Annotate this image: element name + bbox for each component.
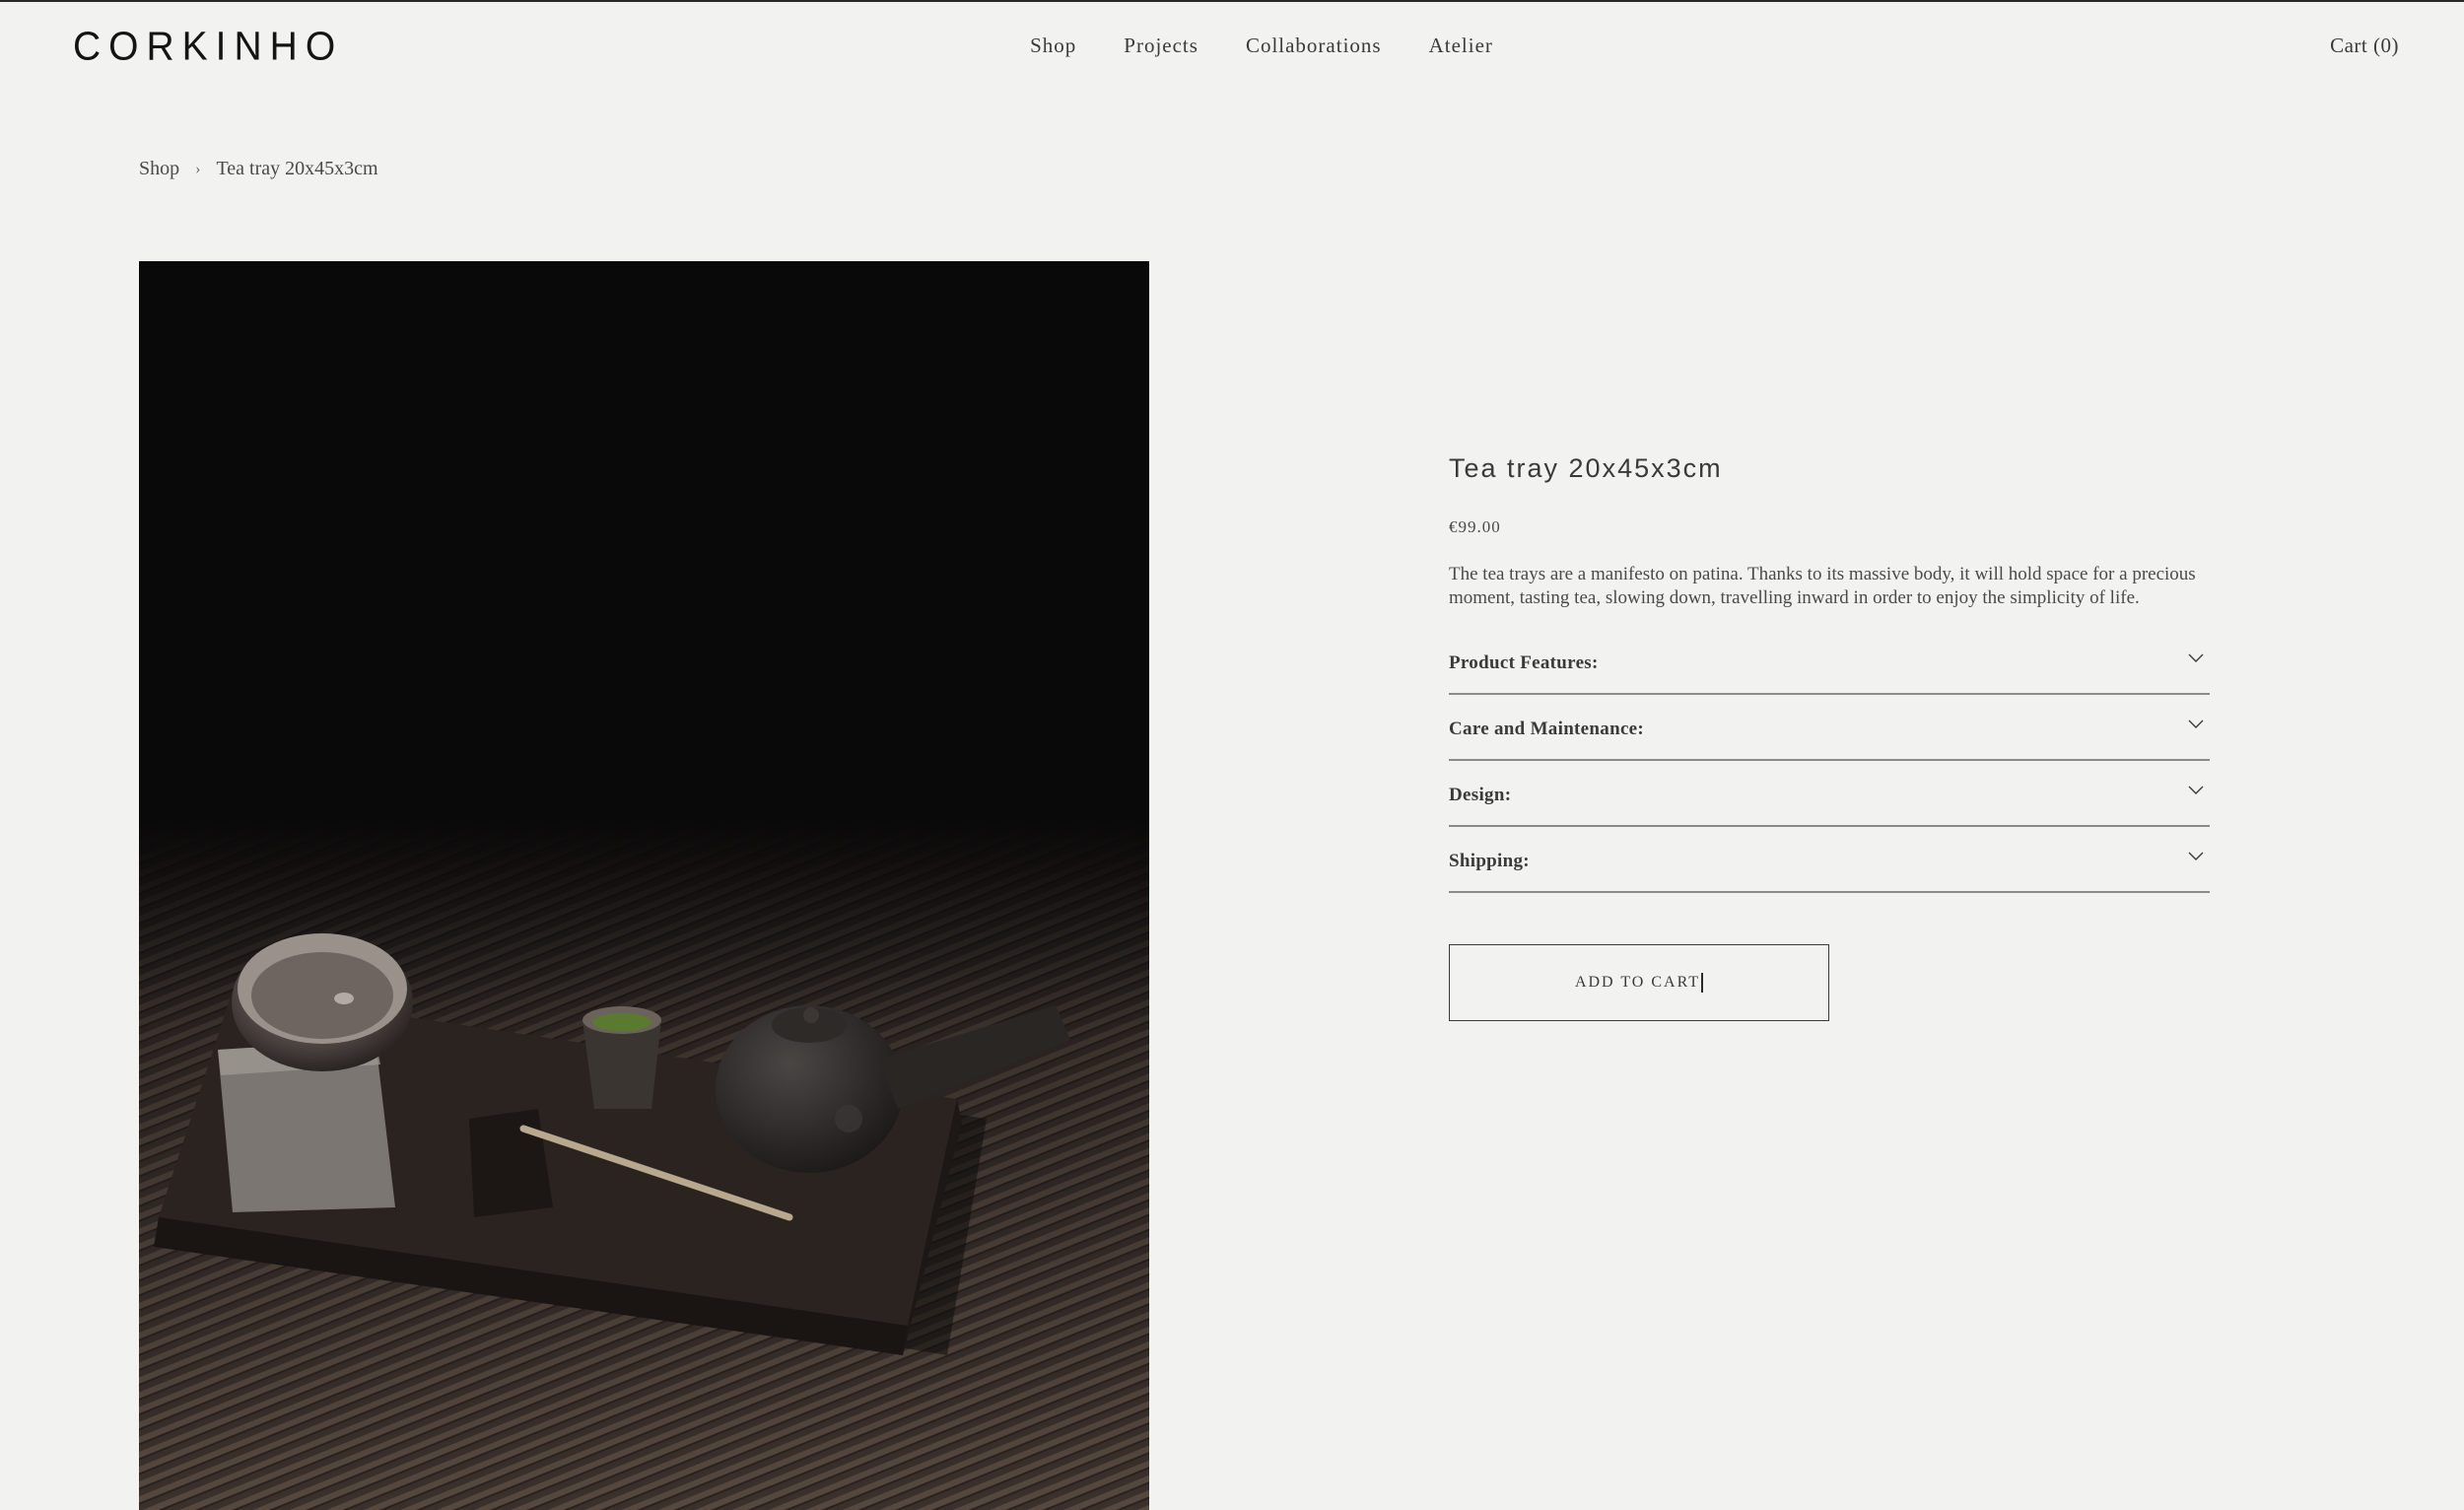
product-photo-illustration <box>139 261 1149 1510</box>
accordion-label: Design: <box>1449 784 1512 805</box>
chevron-down-icon <box>2188 653 2204 662</box>
main-nav: Shop Projects Collaborations Atelier <box>0 34 2464 58</box>
breadcrumb-current: Tea tray 20x45x3cm <box>216 158 378 179</box>
nav-item-atelier[interactable]: Atelier <box>1429 34 1493 58</box>
accordion-design[interactable]: Design: <box>1449 761 2210 827</box>
accordion-label: Care and Maintenance: <box>1449 718 1645 739</box>
product-accordion: Product Features: Care and Maintenance: … <box>1449 629 2210 893</box>
product-info: Tea tray 20x45x3cm €99.00 The tea trays … <box>1449 453 2210 1021</box>
add-to-cart-button[interactable]: ADD TO CART <box>1449 944 1829 1021</box>
chevron-down-icon <box>2188 720 2204 728</box>
accordion-label: Product Features: <box>1449 652 1599 673</box>
accordion-product-features[interactable]: Product Features: <box>1449 629 2210 695</box>
breadcrumb-separator: › <box>195 160 201 177</box>
chevron-down-icon <box>2188 786 2204 794</box>
product-price: €99.00 <box>1449 517 1501 536</box>
accordion-label: Shipping: <box>1449 850 1530 871</box>
add-to-cart-label: ADD TO CART <box>1574 974 1701 991</box>
nav-item-collaborations[interactable]: Collaborations <box>1246 34 1382 58</box>
accordion-shipping[interactable]: Shipping: <box>1449 827 2210 893</box>
breadcrumb: Shop › Tea tray 20x45x3cm <box>139 158 378 180</box>
product-title: Tea tray 20x45x3cm <box>1449 453 1723 483</box>
text-cursor <box>1701 973 1704 993</box>
nav-item-shop[interactable]: Shop <box>1030 34 1076 58</box>
top-rule <box>0 0 2464 2</box>
chevron-down-icon <box>2188 852 2204 860</box>
nav-item-projects[interactable]: Projects <box>1124 34 1198 58</box>
product-description: The tea trays are a manifesto on patina.… <box>1449 564 2196 608</box>
breadcrumb-shop-link[interactable]: Shop <box>139 158 179 180</box>
accordion-care-maintenance[interactable]: Care and Maintenance: <box>1449 695 2210 761</box>
cart-link[interactable]: Cart (0) <box>2330 34 2399 58</box>
product-photo[interactable] <box>139 261 1149 1510</box>
